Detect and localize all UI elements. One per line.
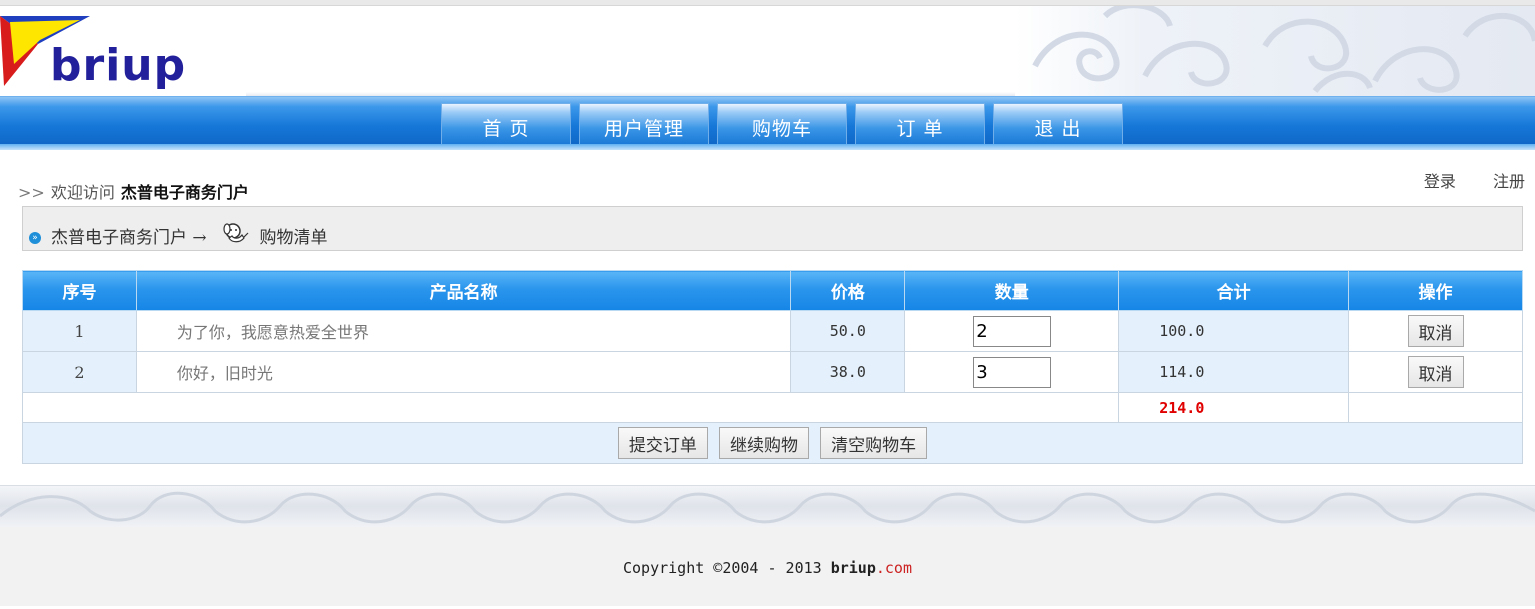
logo-text: briup (50, 40, 186, 91)
quantity-cell (904, 351, 1120, 393)
cart-actions-cell: 提交订单 继续购物 清空购物车 (22, 422, 1523, 464)
table-row: 2 你好，旧时光 38.0 114.0 取消 (22, 351, 1523, 393)
footer-pattern-band (0, 485, 1535, 527)
site-footer: Copyright ©2004 - 2013 briup.com (0, 527, 1535, 606)
welcome-text: 欢迎访问 (50, 183, 115, 202)
grand-total-empty-cell (1348, 392, 1523, 423)
grand-total-spacer (21, 392, 1120, 423)
row-subtotal: 100.0 (1118, 310, 1350, 352)
col-header-quantity: 数量 (904, 270, 1120, 311)
col-header-action: 操作 (1348, 270, 1523, 311)
footer-brand: briup (830, 559, 876, 577)
welcome-arrows: >> (18, 183, 45, 202)
breadcrumb-current: 购物清单 (259, 228, 328, 248)
col-header-index: 序号 (22, 270, 137, 311)
cancel-item-button[interactable]: 取消 (1407, 356, 1464, 388)
breadcrumb-text: 杰普电子商务门户 → 购物清单 (51, 221, 327, 248)
quantity-input[interactable] (973, 356, 1052, 388)
row-subtotal: 114.0 (1118, 351, 1350, 393)
briup-logo[interactable]: briup (0, 14, 220, 99)
continue-shopping-button[interactable]: 继续购物 (719, 427, 809, 459)
register-link[interactable]: 注册 (1493, 172, 1525, 191)
login-link[interactable]: 登录 (1424, 172, 1456, 191)
action-cell: 取消 (1348, 310, 1523, 352)
submit-order-button[interactable]: 提交订单 (617, 427, 708, 459)
action-cell: 取消 (1348, 351, 1523, 393)
welcome-site-name: 杰普电子商务门户 (120, 183, 249, 202)
nav-menu: 首 页 用户管理 购物车 订 单 退 出 (441, 103, 1123, 145)
quantity-cell (904, 310, 1120, 352)
nav-home[interactable]: 首 页 (441, 103, 571, 145)
table-row: 1 为了你，我愿意热爱全世界 50.0 100.0 取消 (22, 310, 1523, 352)
cart-header-row: 序号 产品名称 价格 数量 合计 操作 (22, 270, 1523, 311)
breadcrumb: » 杰普电子商务门户 → 购物清单 (22, 206, 1523, 251)
cloud-pattern-decoration (1015, 6, 1535, 96)
main-navbar: 首 页 用户管理 购物车 订 单 退 出 (0, 96, 1535, 150)
footer-tld: .com (875, 559, 912, 577)
nav-logout[interactable]: 退 出 (993, 103, 1123, 145)
cart-table: 序号 产品名称 价格 数量 合计 操作 1 为了你，我愿意热爱全世界 50.0 … (21, 270, 1523, 464)
col-header-price: 价格 (790, 270, 906, 311)
col-header-product-name: 产品名称 (135, 270, 792, 311)
nav-orders[interactable]: 订 单 (855, 103, 985, 145)
product-name: 你好，旧时光 (135, 351, 792, 393)
quantity-input[interactable] (973, 315, 1052, 347)
col-header-subtotal: 合计 (1118, 270, 1350, 311)
row-index: 2 (22, 351, 137, 393)
breadcrumb-bullet-icon: » (29, 232, 41, 244)
breadcrumb-arrow: → (192, 228, 207, 248)
cartoon-dog-icon (223, 223, 249, 243)
grand-total-value: 214.0 (1118, 392, 1350, 423)
cart-actions-row: 提交订单 继续购物 清空购物车 (22, 422, 1523, 464)
grand-total-row: 214.0 (21, 392, 1523, 423)
product-price: 50.0 (790, 310, 906, 352)
clear-cart-button[interactable]: 清空购物车 (820, 427, 928, 459)
welcome-row: >> 欢迎访问 杰普电子商务门户 登录 注册 (0, 150, 1535, 206)
product-price: 38.0 (790, 351, 906, 393)
auth-links: 登录 注册 (1392, 168, 1525, 192)
row-index: 1 (22, 310, 137, 352)
breadcrumb-home[interactable]: 杰普电子商务门户 (51, 228, 187, 248)
site-header: briup (0, 6, 1535, 96)
cancel-item-button[interactable]: 取消 (1407, 315, 1464, 347)
logo-graphic: briup (0, 16, 186, 91)
welcome-message: >> 欢迎访问 杰普电子商务门户 (18, 179, 249, 203)
footer-copyright: Copyright ©2004 - 2013 (623, 559, 831, 577)
nav-user-management[interactable]: 用户管理 (579, 103, 709, 145)
nav-shopping-cart[interactable]: 购物车 (717, 103, 847, 145)
product-name: 为了你，我愿意热爱全世界 (135, 310, 792, 352)
